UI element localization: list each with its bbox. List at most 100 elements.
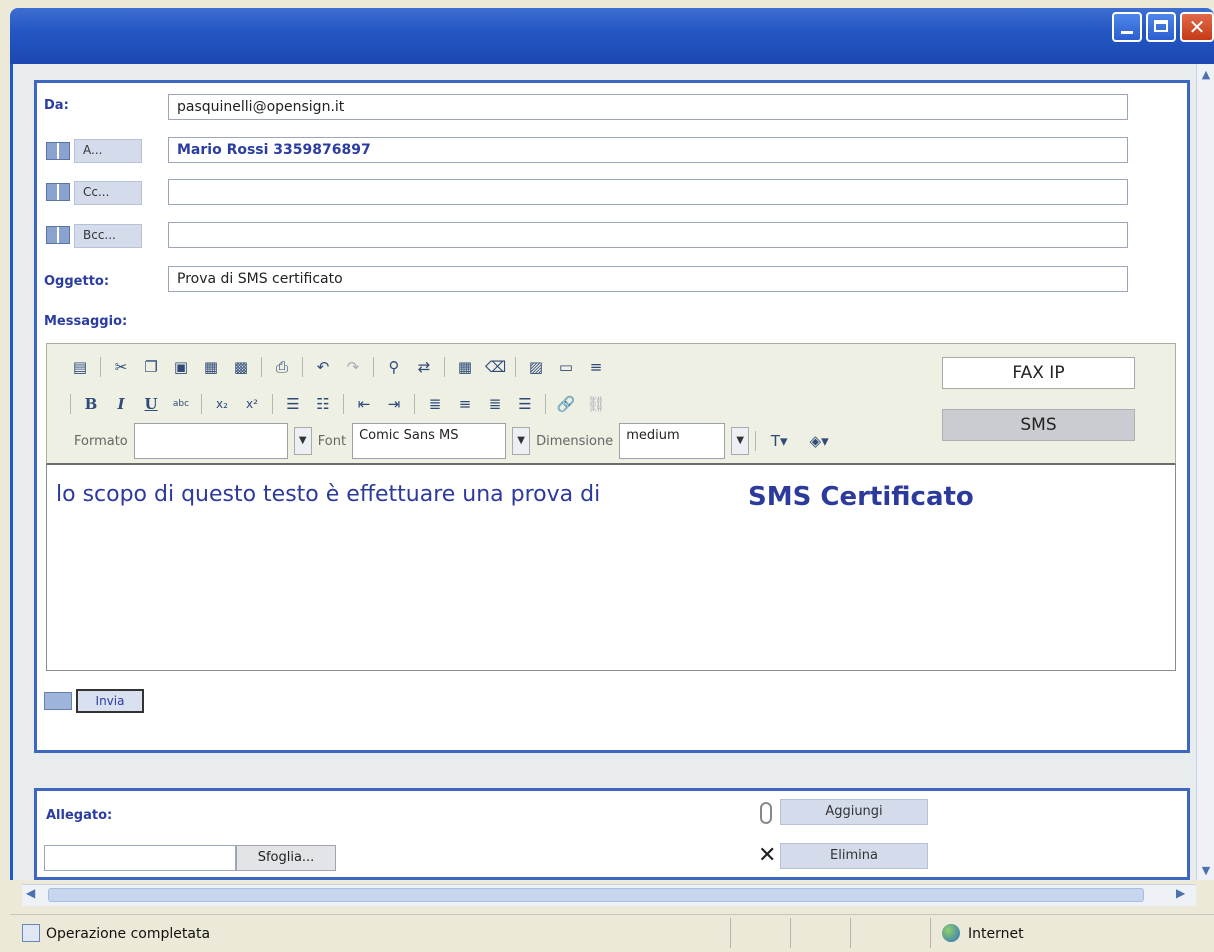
minimize-button[interactable] [1112, 12, 1142, 42]
toolbar-row-1: ▤ ✂ ❐ ▣ ▦ ▩ ⎙ ↶ ↷ ⚲ ⇄ ▦ ⌫ ▨ ▭ ≡ [70, 354, 606, 380]
source-icon[interactable]: ▤ [70, 357, 90, 377]
align-center-icon[interactable]: ≡ [455, 394, 475, 414]
status-divider [930, 918, 931, 948]
browse-button[interactable]: Sfoglia... [236, 845, 336, 871]
horizontal-rule-icon[interactable]: ≡ [586, 357, 606, 377]
scroll-right-icon[interactable]: ▶ [1176, 886, 1185, 900]
cc-button[interactable]: Cc... [74, 181, 142, 205]
to-button[interactable]: A... [74, 139, 142, 163]
file-path-input[interactable] [44, 845, 236, 871]
numbered-list-icon[interactable]: ☰ [283, 394, 303, 414]
security-zone-text: Internet [968, 926, 1024, 942]
format-select[interactable] [133, 423, 288, 459]
from-field[interactable]: pasquinelli@opensign.it [168, 94, 1128, 120]
from-label: Da: [44, 98, 69, 113]
outdent-icon[interactable]: ⇤ [354, 394, 374, 414]
toolbar-separator [100, 357, 101, 377]
size-select[interactable]: medium [619, 423, 726, 459]
superscript-icon[interactable]: x² [242, 394, 262, 414]
globe-icon [942, 924, 960, 942]
remove-attachment-button[interactable]: Elimina [780, 843, 928, 869]
toolbar-row-2: B I U abc x₂ x² ☰ ☷ ⇤ ⇥ ≣ ≡ ≣ ☰ 🔗 ⛓ [70, 391, 606, 417]
format-label: Formato [74, 433, 128, 449]
toolbar-separator [261, 357, 262, 377]
underline-icon[interactable]: U [141, 394, 161, 414]
toolbar-separator [70, 394, 71, 414]
status-divider [850, 918, 851, 948]
toolbar-separator [444, 357, 445, 377]
scroll-down-icon[interactable]: ▼ [1197, 862, 1214, 880]
background-color-icon[interactable]: ◈▾ [802, 431, 836, 451]
align-right-icon[interactable]: ≣ [485, 394, 505, 414]
status-divider [730, 918, 731, 948]
horizontal-scroll-thumb[interactable] [48, 888, 1144, 902]
select-all-icon[interactable]: ▦ [455, 357, 475, 377]
to-field[interactable]: Mario Rossi 3359876897 [168, 137, 1128, 163]
maximize-icon [1154, 20, 1168, 32]
send-button[interactable]: Invia [76, 689, 144, 713]
toolbar-separator [201, 394, 202, 414]
strikethrough-icon[interactable]: abc [171, 394, 191, 414]
cc-field[interactable] [168, 179, 1128, 205]
bulleted-list-icon[interactable]: ☷ [313, 394, 333, 414]
status-text: Operazione completata [46, 926, 211, 942]
close-icon: ✕ [1188, 15, 1206, 39]
status-divider [790, 918, 791, 948]
toolbar-separator [515, 357, 516, 377]
address-book-icon[interactable] [46, 142, 70, 160]
paste-icon[interactable]: ▣ [171, 357, 191, 377]
undo-icon[interactable]: ↶ [313, 357, 333, 377]
align-left-icon[interactable]: ≣ [425, 394, 445, 414]
scroll-up-icon[interactable]: ▲ [1197, 66, 1214, 84]
chevron-down-icon[interactable]: ▼ [731, 427, 750, 455]
text-color-icon[interactable]: T▾ [762, 431, 796, 451]
window-titlebar [10, 8, 1214, 64]
copy-icon[interactable]: ❐ [141, 357, 161, 377]
bcc-field[interactable] [168, 222, 1128, 248]
fax-ip-button[interactable]: FAX IP [942, 357, 1135, 389]
chevron-down-icon[interactable]: ▼ [512, 427, 531, 455]
message-body-bold: SMS Certificato [748, 482, 974, 512]
paperclip-icon [760, 802, 772, 824]
subscript-icon[interactable]: x₂ [212, 394, 232, 414]
size-label: Dimensione [536, 433, 614, 449]
page-icon [22, 924, 40, 942]
paste-text-icon[interactable]: ▦ [201, 357, 221, 377]
paste-word-icon[interactable]: ▩ [231, 357, 251, 377]
sms-button[interactable]: SMS [942, 409, 1135, 441]
print-icon[interactable]: ⎙ [272, 357, 292, 377]
vertical-scrollbar[interactable]: ▲ ▼ [1196, 64, 1214, 880]
chevron-down-icon[interactable]: ▼ [293, 427, 312, 455]
add-attachment-button[interactable]: Aggiungi [780, 799, 928, 825]
justify-icon[interactable]: ☰ [515, 394, 535, 414]
unlink-icon[interactable]: ⛓ [586, 394, 606, 414]
scroll-left-icon[interactable]: ◀ [26, 886, 35, 900]
toolbar-separator [272, 394, 273, 414]
font-label: Font [317, 433, 347, 449]
replace-icon[interactable]: ⇄ [414, 357, 434, 377]
subject-field[interactable]: Prova di SMS certificato [168, 266, 1128, 292]
redo-icon[interactable]: ↷ [343, 357, 363, 377]
bold-icon[interactable]: B [81, 394, 101, 414]
toolbar-separator [545, 394, 546, 414]
indent-icon[interactable]: ⇥ [384, 394, 404, 414]
image-icon[interactable]: ▨ [526, 357, 546, 377]
table-icon[interactable]: ▭ [556, 357, 576, 377]
delete-icon: ✕ [758, 843, 777, 868]
toolbar-separator [755, 431, 757, 451]
address-book-icon[interactable] [46, 226, 70, 244]
font-select[interactable]: Comic Sans MS [352, 423, 507, 459]
maximize-button[interactable] [1146, 12, 1176, 42]
toolbar-separator [414, 394, 415, 414]
italic-icon[interactable]: I [111, 394, 131, 414]
close-button[interactable]: ✕ [1180, 12, 1214, 42]
toolbar-row-3: Formato ▼ Font Comic Sans MS ▼ Dimension… [74, 423, 836, 459]
cut-icon[interactable]: ✂ [111, 357, 131, 377]
toolbar-separator [373, 357, 374, 377]
bcc-button[interactable]: Bcc... [74, 224, 142, 248]
toolbar-separator [343, 394, 344, 414]
address-book-icon[interactable] [46, 183, 70, 201]
find-icon[interactable]: ⚲ [384, 357, 404, 377]
remove-format-icon[interactable]: ⌫ [485, 357, 506, 377]
link-icon[interactable]: 🔗 [556, 394, 576, 414]
